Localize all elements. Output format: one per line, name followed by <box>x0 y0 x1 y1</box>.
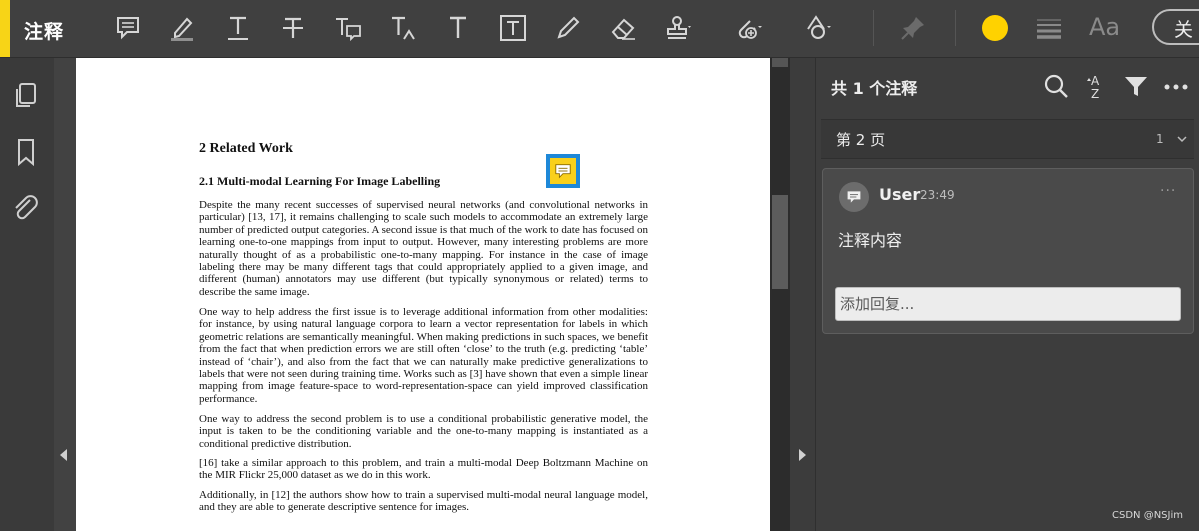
subsection-heading: 2.1 Multi-modal Learning For Image Label… <box>199 174 441 188</box>
line-thickness-icon[interactable] <box>1032 11 1066 45</box>
paragraph: Despite the many recent successes of sup… <box>199 199 648 298</box>
paragraph: [16] take a similar approach to this pro… <box>199 457 648 482</box>
pencil-draw-icon[interactable] <box>551 11 585 45</box>
toolbar-title: 注释 <box>24 21 65 43</box>
svg-text:Z: Z <box>1091 87 1099 100</box>
scroll-thumb[interactable] <box>772 195 788 289</box>
filter-icon[interactable] <box>1122 72 1150 100</box>
comments-panel: 共 1 个注释 AZ 第 2 页 1 User 23:49 ··· 注释内容 <box>816 58 1199 531</box>
sticky-note-annotation[interactable] <box>546 154 580 188</box>
stamp-icon[interactable] <box>662 11 696 45</box>
comment-icon <box>550 158 576 184</box>
scroll-up-button[interactable] <box>772 58 788 67</box>
eraser-icon[interactable] <box>606 11 640 45</box>
comment-card[interactable]: User 23:49 ··· 注释内容 <box>822 168 1194 334</box>
document-page: 2 Related Work 2.1 Multi-modal Learning … <box>76 58 770 531</box>
attach-file-icon[interactable] <box>732 11 766 45</box>
page-comment-count: 1 <box>1156 132 1164 146</box>
paragraph: One way to address the second problem is… <box>199 413 648 450</box>
chevron-down-icon[interactable] <box>1176 130 1188 143</box>
strikethrough-icon[interactable] <box>276 11 310 45</box>
comment-content: 注释内容 <box>838 231 903 250</box>
search-icon[interactable] <box>1042 72 1070 100</box>
close-button[interactable]: 关 <box>1152 9 1199 45</box>
copy-pages-icon[interactable] <box>11 80 41 110</box>
more-options-icon[interactable] <box>1162 72 1190 100</box>
insert-text-icon[interactable] <box>386 11 420 45</box>
section-heading: 2 Related Work <box>199 141 293 156</box>
collapse-right-icon[interactable] <box>799 449 806 461</box>
collapse-left-icon[interactable] <box>60 449 67 461</box>
sticky-note-icon[interactable] <box>111 11 145 45</box>
page-label: 第 2 页 <box>836 131 886 149</box>
comment-time: 23:49 <box>920 188 955 202</box>
sort-icon[interactable]: AZ <box>1083 72 1111 101</box>
paragraph: One way to help address the first issue … <box>199 306 648 405</box>
comment-avatar-icon <box>839 182 869 212</box>
comment-more-button[interactable]: ··· <box>1160 183 1176 199</box>
annotation-toolbar: 注释 Aa 关 <box>0 0 1199 58</box>
toolbar-divider <box>873 10 874 46</box>
reply-input[interactable] <box>835 287 1181 321</box>
pin-icon[interactable] <box>896 11 930 45</box>
attachment-icon[interactable] <box>11 193 41 223</box>
toolbar-accent-bar <box>0 0 10 57</box>
left-sidebar <box>0 58 54 531</box>
text-box-icon[interactable] <box>496 11 530 45</box>
bookmark-icon[interactable] <box>11 137 41 167</box>
paragraph: Additionally, in [12] the authors show h… <box>199 489 648 514</box>
page-group-header[interactable]: 第 2 页 1 <box>821 119 1194 159</box>
svg-text:A: A <box>1091 74 1100 88</box>
font-size-button[interactable]: Aa <box>1089 13 1120 41</box>
highlight-icon[interactable] <box>165 11 199 45</box>
shapes-icon[interactable] <box>802 11 836 45</box>
comment-count: 共 1 个注释 <box>831 79 918 98</box>
add-text-icon[interactable] <box>441 11 475 45</box>
comment-author: User <box>879 185 921 204</box>
underline-text-icon[interactable] <box>221 11 255 45</box>
toolbar-divider <box>955 10 956 46</box>
watermark: CSDN @NSJim <box>1112 510 1183 521</box>
vertical-scrollbar[interactable] <box>770 58 790 531</box>
color-picker-icon[interactable] <box>982 15 1008 41</box>
replace-text-icon[interactable] <box>331 11 365 45</box>
